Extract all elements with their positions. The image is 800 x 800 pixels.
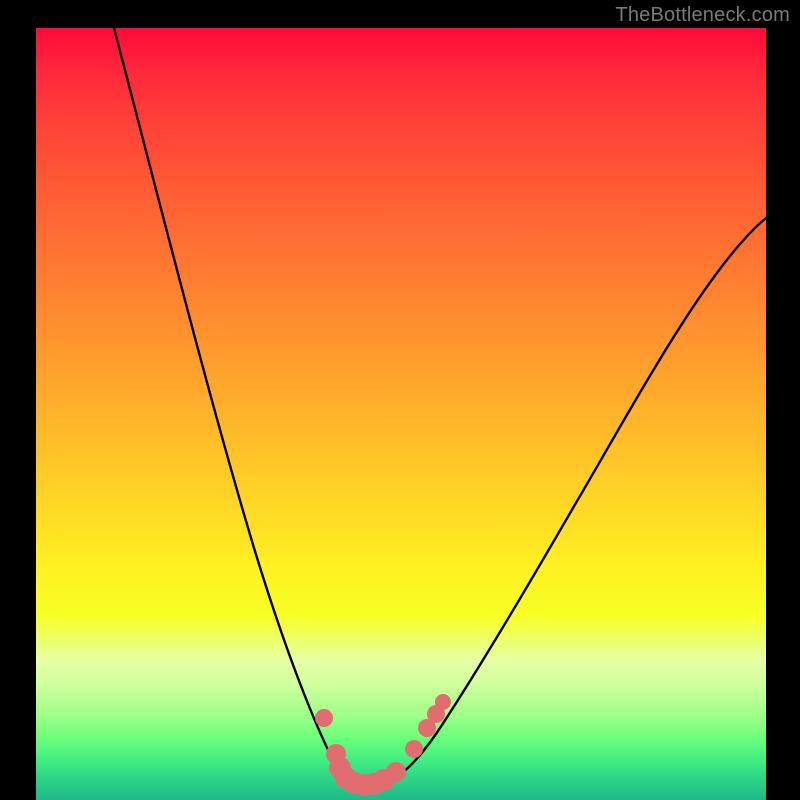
data-marker [386,762,406,782]
data-marker [315,709,333,727]
plot-area [36,28,766,800]
data-marker [405,740,423,758]
bottleneck-curve [114,28,766,785]
watermark-text: TheBottleneck.com [615,4,790,27]
marker-group [315,694,451,796]
curve-layer [36,28,766,800]
chart-frame: TheBottleneck.com [0,0,800,800]
data-marker [435,694,451,710]
